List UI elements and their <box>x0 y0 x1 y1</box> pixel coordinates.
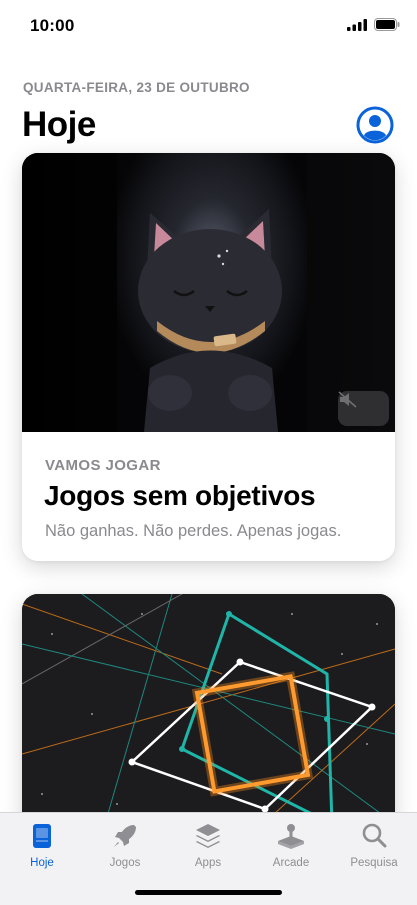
tab-label: Arcade <box>272 857 310 869</box>
tab-label: Hoje <box>30 857 54 869</box>
today-icon <box>33 824 51 848</box>
joystick-icon <box>278 824 304 849</box>
page-title: Hoje <box>22 105 96 144</box>
tab-label: Jogos <box>109 857 141 869</box>
status-bar: 10:00 <box>0 0 417 50</box>
apps-stack-icon <box>196 824 220 848</box>
card-text-area: VAMOS JOGAR Jogos sem objetivos Não ganh… <box>22 432 395 561</box>
second-story-card[interactable] <box>22 594 395 834</box>
tab-apps[interactable]: Apps <box>168 817 248 871</box>
battery-icon <box>374 18 400 31</box>
date-label: QUARTA-FEIRA, 23 DE OUTUBRO <box>23 80 250 95</box>
speaker-muted-icon <box>338 391 357 408</box>
card-eyebrow: VAMOS JOGAR <box>45 457 161 474</box>
tab-games[interactable]: Jogos <box>85 817 165 871</box>
account-icon[interactable] <box>356 106 394 144</box>
tab-label: Apps <box>194 857 222 869</box>
tab-label: Pesquisa <box>350 857 398 869</box>
card-artwork <box>22 153 395 432</box>
search-icon <box>362 823 387 848</box>
cellular-signal-icon <box>347 19 367 31</box>
featured-story-card[interactable]: VAMOS JOGAR Jogos sem objetivos Não ganh… <box>22 153 395 561</box>
card-title: Jogos sem objetivos <box>44 480 316 511</box>
card-subtitle: Não ganhas. Não perdes. Apenas jogas. <box>45 522 342 540</box>
geometric-neon-artwork <box>22 594 395 834</box>
tab-today[interactable]: Hoje <box>2 817 82 871</box>
tab-arcade[interactable]: Arcade <box>251 817 331 871</box>
home-indicator[interactable] <box>135 890 282 895</box>
mute-button[interactable] <box>338 391 389 426</box>
status-time: 10:00 <box>30 16 75 35</box>
tab-search[interactable]: Pesquisa <box>334 817 414 871</box>
rocket-icon <box>114 825 136 847</box>
